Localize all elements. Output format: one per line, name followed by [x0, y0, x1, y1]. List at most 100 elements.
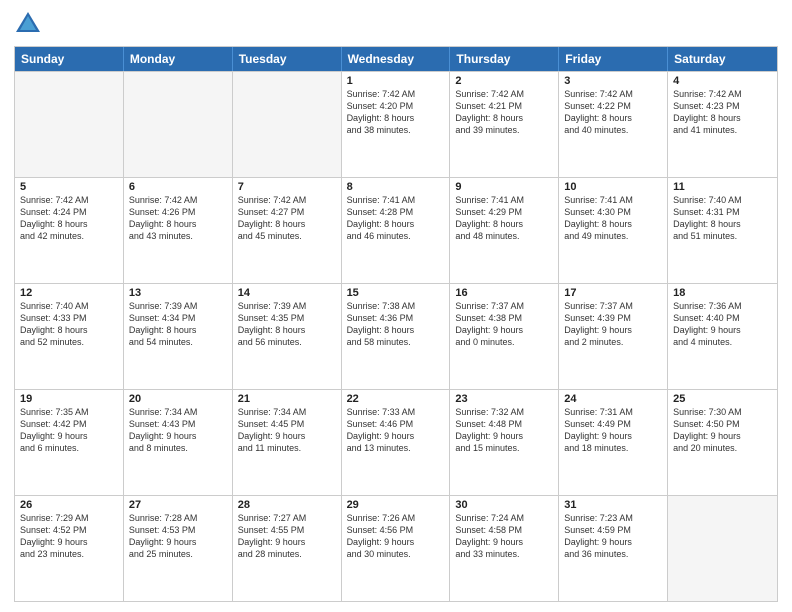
day-info: Sunrise: 7:29 AMSunset: 4:52 PMDaylight:…	[20, 512, 118, 561]
day-info: Sunrise: 7:42 AMSunset: 4:20 PMDaylight:…	[347, 88, 445, 137]
day-cell-17: 17Sunrise: 7:37 AMSunset: 4:39 PMDayligh…	[559, 284, 668, 389]
day-info: Sunrise: 7:26 AMSunset: 4:56 PMDaylight:…	[347, 512, 445, 561]
day-number: 27	[129, 499, 227, 511]
day-number: 4	[673, 75, 772, 87]
day-number: 8	[347, 181, 445, 193]
day-info: Sunrise: 7:40 AMSunset: 4:33 PMDaylight:…	[20, 300, 118, 349]
header-day-monday: Monday	[124, 47, 233, 71]
day-cell-18: 18Sunrise: 7:36 AMSunset: 4:40 PMDayligh…	[668, 284, 777, 389]
day-cell-23: 23Sunrise: 7:32 AMSunset: 4:48 PMDayligh…	[450, 390, 559, 495]
day-number: 9	[455, 181, 553, 193]
empty-cell	[233, 72, 342, 177]
day-number: 17	[564, 287, 662, 299]
day-info: Sunrise: 7:41 AMSunset: 4:29 PMDaylight:…	[455, 194, 553, 243]
day-cell-25: 25Sunrise: 7:30 AMSunset: 4:50 PMDayligh…	[668, 390, 777, 495]
day-cell-24: 24Sunrise: 7:31 AMSunset: 4:49 PMDayligh…	[559, 390, 668, 495]
week-row-2: 5Sunrise: 7:42 AMSunset: 4:24 PMDaylight…	[15, 177, 777, 283]
day-cell-22: 22Sunrise: 7:33 AMSunset: 4:46 PMDayligh…	[342, 390, 451, 495]
day-number: 20	[129, 393, 227, 405]
day-info: Sunrise: 7:23 AMSunset: 4:59 PMDaylight:…	[564, 512, 662, 561]
day-cell-12: 12Sunrise: 7:40 AMSunset: 4:33 PMDayligh…	[15, 284, 124, 389]
day-cell-14: 14Sunrise: 7:39 AMSunset: 4:35 PMDayligh…	[233, 284, 342, 389]
day-info: Sunrise: 7:37 AMSunset: 4:38 PMDaylight:…	[455, 300, 553, 349]
day-number: 28	[238, 499, 336, 511]
day-info: Sunrise: 7:24 AMSunset: 4:58 PMDaylight:…	[455, 512, 553, 561]
day-cell-29: 29Sunrise: 7:26 AMSunset: 4:56 PMDayligh…	[342, 496, 451, 601]
day-info: Sunrise: 7:37 AMSunset: 4:39 PMDaylight:…	[564, 300, 662, 349]
calendar-header: SundayMondayTuesdayWednesdayThursdayFrid…	[15, 47, 777, 71]
day-number: 13	[129, 287, 227, 299]
day-number: 19	[20, 393, 118, 405]
day-cell-30: 30Sunrise: 7:24 AMSunset: 4:58 PMDayligh…	[450, 496, 559, 601]
day-info: Sunrise: 7:38 AMSunset: 4:36 PMDaylight:…	[347, 300, 445, 349]
day-cell-4: 4Sunrise: 7:42 AMSunset: 4:23 PMDaylight…	[668, 72, 777, 177]
day-number: 29	[347, 499, 445, 511]
day-number: 3	[564, 75, 662, 87]
day-number: 16	[455, 287, 553, 299]
day-cell-26: 26Sunrise: 7:29 AMSunset: 4:52 PMDayligh…	[15, 496, 124, 601]
day-info: Sunrise: 7:42 AMSunset: 4:26 PMDaylight:…	[129, 194, 227, 243]
day-info: Sunrise: 7:31 AMSunset: 4:49 PMDaylight:…	[564, 406, 662, 455]
header	[14, 10, 778, 38]
week-row-5: 26Sunrise: 7:29 AMSunset: 4:52 PMDayligh…	[15, 495, 777, 601]
day-number: 10	[564, 181, 662, 193]
week-row-3: 12Sunrise: 7:40 AMSunset: 4:33 PMDayligh…	[15, 283, 777, 389]
empty-cell	[124, 72, 233, 177]
day-number: 21	[238, 393, 336, 405]
day-cell-11: 11Sunrise: 7:40 AMSunset: 4:31 PMDayligh…	[668, 178, 777, 283]
day-info: Sunrise: 7:39 AMSunset: 4:34 PMDaylight:…	[129, 300, 227, 349]
day-info: Sunrise: 7:42 AMSunset: 4:21 PMDaylight:…	[455, 88, 553, 137]
day-number: 15	[347, 287, 445, 299]
day-cell-10: 10Sunrise: 7:41 AMSunset: 4:30 PMDayligh…	[559, 178, 668, 283]
day-info: Sunrise: 7:28 AMSunset: 4:53 PMDaylight:…	[129, 512, 227, 561]
day-info: Sunrise: 7:30 AMSunset: 4:50 PMDaylight:…	[673, 406, 772, 455]
day-cell-15: 15Sunrise: 7:38 AMSunset: 4:36 PMDayligh…	[342, 284, 451, 389]
header-day-wednesday: Wednesday	[342, 47, 451, 71]
week-row-1: 1Sunrise: 7:42 AMSunset: 4:20 PMDaylight…	[15, 71, 777, 177]
day-cell-5: 5Sunrise: 7:42 AMSunset: 4:24 PMDaylight…	[15, 178, 124, 283]
day-number: 31	[564, 499, 662, 511]
day-info: Sunrise: 7:41 AMSunset: 4:30 PMDaylight:…	[564, 194, 662, 243]
day-cell-9: 9Sunrise: 7:41 AMSunset: 4:29 PMDaylight…	[450, 178, 559, 283]
day-cell-6: 6Sunrise: 7:42 AMSunset: 4:26 PMDaylight…	[124, 178, 233, 283]
empty-cell	[668, 496, 777, 601]
empty-cell	[15, 72, 124, 177]
day-number: 12	[20, 287, 118, 299]
header-day-tuesday: Tuesday	[233, 47, 342, 71]
day-number: 30	[455, 499, 553, 511]
day-number: 22	[347, 393, 445, 405]
day-info: Sunrise: 7:33 AMSunset: 4:46 PMDaylight:…	[347, 406, 445, 455]
day-number: 6	[129, 181, 227, 193]
day-info: Sunrise: 7:32 AMSunset: 4:48 PMDaylight:…	[455, 406, 553, 455]
logo	[14, 10, 46, 38]
day-number: 11	[673, 181, 772, 193]
day-info: Sunrise: 7:42 AMSunset: 4:22 PMDaylight:…	[564, 88, 662, 137]
day-cell-3: 3Sunrise: 7:42 AMSunset: 4:22 PMDaylight…	[559, 72, 668, 177]
day-info: Sunrise: 7:36 AMSunset: 4:40 PMDaylight:…	[673, 300, 772, 349]
day-number: 26	[20, 499, 118, 511]
day-cell-31: 31Sunrise: 7:23 AMSunset: 4:59 PMDayligh…	[559, 496, 668, 601]
header-day-saturday: Saturday	[668, 47, 777, 71]
day-info: Sunrise: 7:42 AMSunset: 4:23 PMDaylight:…	[673, 88, 772, 137]
day-cell-21: 21Sunrise: 7:34 AMSunset: 4:45 PMDayligh…	[233, 390, 342, 495]
day-number: 14	[238, 287, 336, 299]
week-row-4: 19Sunrise: 7:35 AMSunset: 4:42 PMDayligh…	[15, 389, 777, 495]
logo-icon	[14, 10, 42, 38]
day-number: 1	[347, 75, 445, 87]
day-cell-13: 13Sunrise: 7:39 AMSunset: 4:34 PMDayligh…	[124, 284, 233, 389]
day-cell-7: 7Sunrise: 7:42 AMSunset: 4:27 PMDaylight…	[233, 178, 342, 283]
day-number: 23	[455, 393, 553, 405]
header-day-friday: Friday	[559, 47, 668, 71]
day-cell-16: 16Sunrise: 7:37 AMSunset: 4:38 PMDayligh…	[450, 284, 559, 389]
day-info: Sunrise: 7:35 AMSunset: 4:42 PMDaylight:…	[20, 406, 118, 455]
day-number: 7	[238, 181, 336, 193]
page: SundayMondayTuesdayWednesdayThursdayFrid…	[0, 0, 792, 612]
day-cell-2: 2Sunrise: 7:42 AMSunset: 4:21 PMDaylight…	[450, 72, 559, 177]
day-info: Sunrise: 7:40 AMSunset: 4:31 PMDaylight:…	[673, 194, 772, 243]
day-number: 2	[455, 75, 553, 87]
day-cell-20: 20Sunrise: 7:34 AMSunset: 4:43 PMDayligh…	[124, 390, 233, 495]
calendar-body: 1Sunrise: 7:42 AMSunset: 4:20 PMDaylight…	[15, 71, 777, 601]
day-info: Sunrise: 7:34 AMSunset: 4:45 PMDaylight:…	[238, 406, 336, 455]
day-cell-28: 28Sunrise: 7:27 AMSunset: 4:55 PMDayligh…	[233, 496, 342, 601]
day-cell-1: 1Sunrise: 7:42 AMSunset: 4:20 PMDaylight…	[342, 72, 451, 177]
